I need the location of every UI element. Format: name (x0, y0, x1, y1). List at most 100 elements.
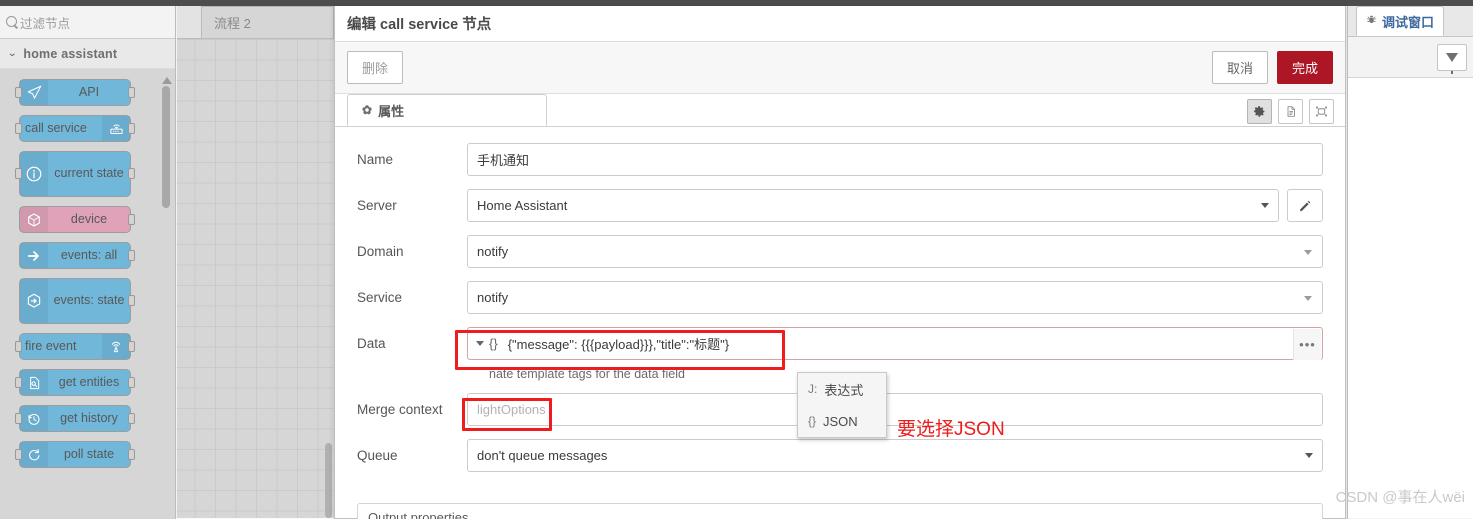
form-row-service: Service notify (357, 281, 1323, 314)
flow-tab-2[interactable]: 流程 2 (202, 6, 334, 38)
dialog-toolbar-right: 取消 完成 (1211, 51, 1333, 84)
data-type-dropdown-menu[interactable]: J: 表达式 {} JSON (797, 372, 887, 438)
scroll-up-arrow-icon[interactable] (162, 77, 172, 84)
node-output-port (128, 249, 135, 261)
refresh-icon (20, 442, 48, 467)
debug-message-list[interactable] (1348, 78, 1473, 518)
palette-node-current-state[interactable]: current state (15, 151, 135, 197)
type-option-expression[interactable]: J: 表达式 (798, 373, 886, 405)
chevron-down-icon (1261, 202, 1269, 208)
dialog-tab-row: ✿ 属性 (335, 94, 1345, 127)
form-row-data: Data {} {"message": {{{payload}}},"title… (357, 327, 1323, 360)
queue-select[interactable]: don't queue messages (467, 439, 1323, 472)
data-type-toggle[interactable]: {} (468, 328, 506, 359)
node-palette: 过滤节点 ⌄ home assistant API call service c… (0, 6, 176, 519)
service-label: Service (357, 290, 403, 305)
data-input-value: {"message": {{{payload}}},"title":"标题"} (507, 337, 730, 352)
palette-node-poll-state[interactable]: poll state (15, 441, 135, 468)
form-row-name: Name 手机通知 (357, 143, 1323, 176)
node-red-editor: 过滤节点 ⌄ home assistant API call service c… (0, 0, 1473, 519)
node-output-port (128, 340, 135, 352)
palette-node-label: poll state (63, 446, 115, 461)
palette-node-events-state[interactable]: events: state (19, 278, 135, 324)
dialog-title: 编辑 call service 节点 (335, 6, 1345, 42)
data-expand-button[interactable]: ••• (1293, 329, 1321, 360)
domain-select-value: notify (477, 244, 509, 259)
bug-icon (1366, 14, 1377, 28)
palette-node-label: get history (60, 410, 118, 425)
palette-scroll-thumb[interactable] (162, 86, 170, 208)
name-label: Name (357, 152, 394, 167)
palette-node-label: call service (25, 120, 87, 135)
palette-search-box[interactable]: 过滤节点 (0, 6, 175, 39)
appearance-icon[interactable] (1309, 99, 1334, 124)
delete-button[interactable]: 删除 (347, 51, 404, 84)
expression-symbol-icon: J: (808, 382, 818, 396)
debug-filter-button[interactable] (1437, 43, 1467, 74)
chevron-down-icon (476, 341, 484, 346)
palette-scrollbar[interactable] (162, 77, 172, 208)
canvas-scrollbar[interactable] (325, 443, 332, 518)
palette-node-list: API call service current state device ev… (0, 69, 175, 519)
data-input[interactable]: {} {"message": {{{payload}}},"title":"标题… (467, 327, 1323, 360)
node-output-port (128, 412, 135, 424)
data-label: Data (357, 336, 386, 351)
server-label: Server (357, 198, 397, 213)
funnel-icon (1446, 52, 1458, 74)
palette-node-label: API (78, 84, 100, 99)
json-symbol-icon: {} (808, 414, 817, 428)
sidebar-tab-debug[interactable]: 调试窗口 (1356, 6, 1445, 36)
dialog-toolbar: 删除 取消 完成 (335, 42, 1345, 94)
server-select[interactable]: Home Assistant (467, 189, 1279, 222)
palette-node-label: events: state (53, 293, 125, 308)
flow-workspace: 流程 2 (177, 6, 334, 519)
type-option-json[interactable]: {} JSON (798, 405, 886, 437)
broadcast-icon (102, 334, 130, 359)
service-select-value: notify (477, 290, 509, 305)
node-input-port (15, 86, 22, 98)
palette-node-fire-event[interactable]: fire event (15, 333, 135, 360)
palette-node-label: device (70, 211, 108, 226)
type-option-label: JSON (823, 413, 858, 429)
palette-node-get-history[interactable]: get history (15, 405, 135, 432)
chevron-down-icon (1304, 295, 1312, 301)
chevron-down-icon (1304, 249, 1312, 255)
debug-toolbar (1348, 37, 1473, 78)
merge-context-input[interactable]: lightOptions (467, 393, 1323, 426)
palette-node-label: fire event (25, 338, 77, 353)
flow-canvas[interactable] (177, 39, 334, 518)
arrow-right-icon (20, 243, 48, 268)
description-icon[interactable] (1278, 99, 1303, 124)
chevron-down-icon (1305, 452, 1313, 458)
router-icon (102, 116, 130, 141)
node-output-port (128, 168, 135, 179)
palette-node-label: get entities (58, 374, 120, 389)
form-row-domain: Domain notify (357, 235, 1323, 268)
service-select[interactable]: notify (467, 281, 1323, 314)
right-sidebar: 调试窗口 (1347, 6, 1473, 519)
palette-search-placeholder: 过滤节点 (20, 16, 71, 31)
file-search-icon (20, 370, 48, 395)
output-properties-section[interactable]: Output properties (357, 503, 1323, 519)
palette-node-api[interactable]: API (15, 79, 135, 106)
cancel-button[interactable]: 取消 (1211, 51, 1268, 84)
pencil-icon (1300, 200, 1311, 211)
done-button[interactable]: 完成 (1276, 51, 1333, 84)
node-input-port (15, 412, 22, 424)
tab-properties[interactable]: ✿ 属性 (347, 94, 547, 126)
domain-select[interactable]: notify (467, 235, 1323, 268)
palette-node-get-entities[interactable]: get entities (15, 369, 135, 396)
queue-select-value: don't queue messages (477, 448, 608, 463)
node-output-port (128, 213, 135, 225)
queue-label: Queue (357, 448, 398, 463)
edit-server-button[interactable] (1287, 189, 1323, 222)
merge-context-label: Merge context (357, 402, 443, 417)
palette-node-device[interactable]: device (19, 206, 135, 233)
palette-node-call-service[interactable]: call service (15, 115, 135, 142)
watermark: CSDN @事在人wëi (1335, 489, 1465, 506)
palette-category-home-assistant[interactable]: ⌄ home assistant (0, 39, 175, 69)
chevron-down-icon: ⌄ (6, 47, 18, 59)
properties-icon[interactable] (1247, 99, 1272, 124)
name-input[interactable]: 手机通知 (467, 143, 1323, 176)
palette-node-events-all[interactable]: events: all (19, 242, 135, 269)
